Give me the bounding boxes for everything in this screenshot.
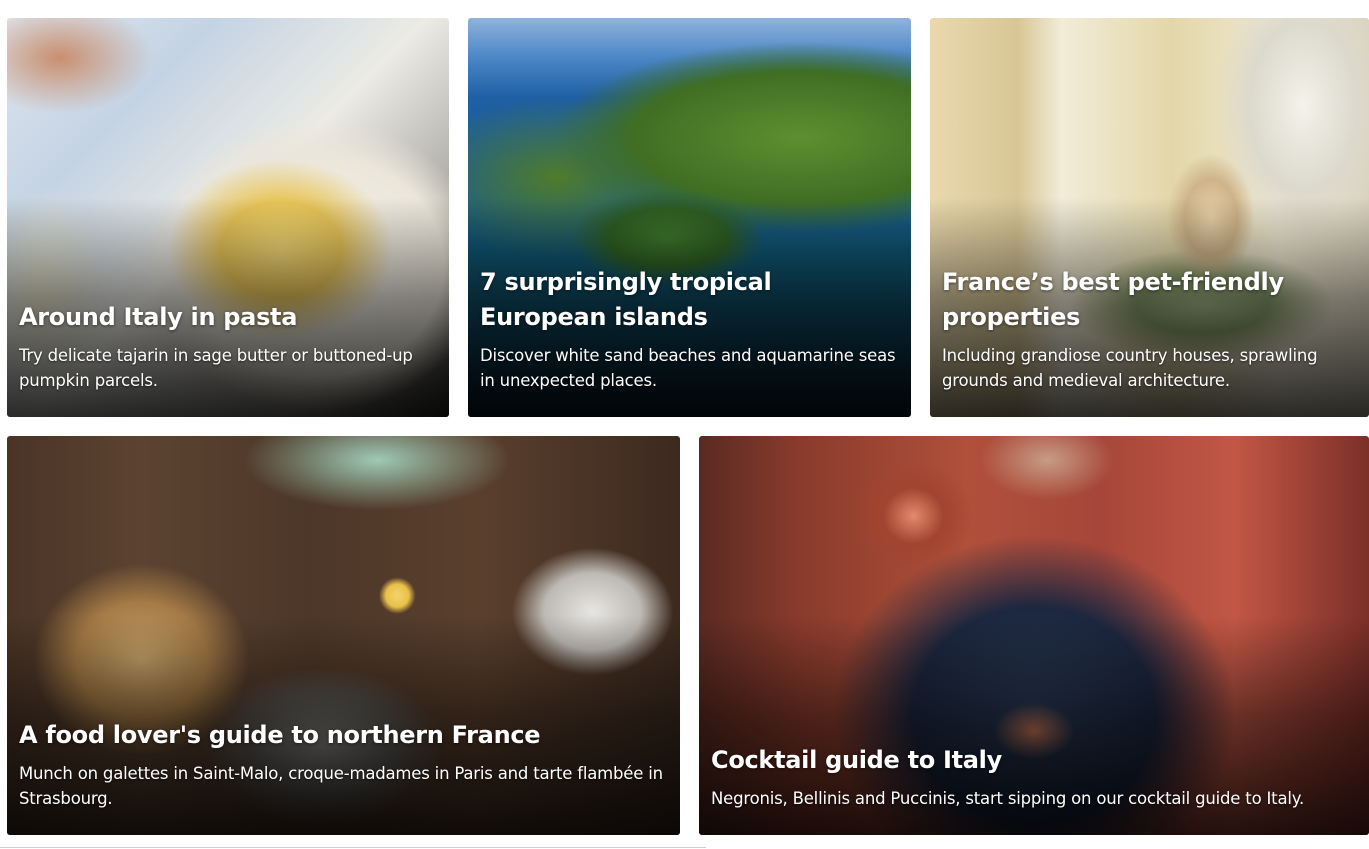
article-card-islands[interactable]: 7 surprisingly tropical European islands… (468, 18, 911, 417)
divider (0, 847, 706, 848)
card-description: Negronis, Bellinis and Puccinis, start s… (711, 789, 1304, 808)
article-card-cocktails[interactable]: Cocktail guide to Italy Negronis, Bellin… (699, 436, 1369, 835)
card-title: 7 surprisingly tropical European islands (480, 268, 772, 331)
card-title: France’s best pet-friendly properties (942, 268, 1284, 331)
card-title: Around Italy in pasta (19, 303, 298, 331)
card-description: Try delicate tajarin in sage butter or b… (19, 346, 413, 390)
article-card-pet-friendly[interactable]: France’s best pet-friendly properties In… (930, 18, 1369, 417)
card-description: Munch on galettes in Saint-Malo, croque-… (19, 764, 663, 808)
card-title: A food lover's guide to northern France (19, 721, 541, 749)
article-card-northern-france[interactable]: A food lover's guide to northern France … (7, 436, 680, 835)
card-description: Discover white sand beaches and aquamari… (480, 346, 896, 390)
article-card-pasta[interactable]: Around Italy in pasta Try delicate tajar… (7, 18, 449, 417)
card-description: Including grandiose country houses, spra… (942, 346, 1318, 390)
card-title: Cocktail guide to Italy (711, 746, 1002, 774)
